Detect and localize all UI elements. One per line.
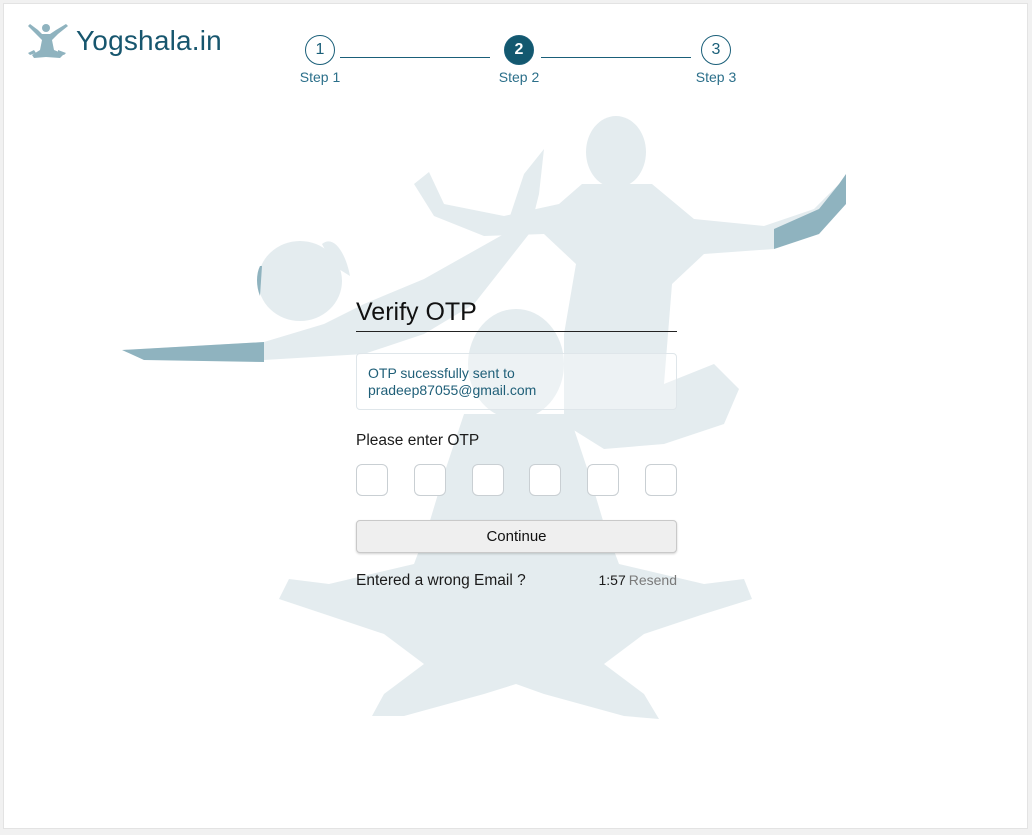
otp-label: Please enter OTP (356, 432, 480, 449)
step-2-indicator: 2 (504, 35, 534, 65)
page-frame: Yogshala.in 1 Step 1 2 Step 2 3 Step 3 V… (3, 3, 1028, 829)
brand-name: Yogshala.in (76, 25, 222, 56)
otp-digit-1[interactable] (356, 464, 388, 496)
resend-area: 1:57 Resend (598, 572, 677, 588)
otp-digit-3[interactable] (471, 464, 504, 496)
step-connector-2-3 (541, 57, 691, 58)
step-3-label: Step 3 (695, 69, 737, 85)
step-3: 3 Step 3 (686, 35, 746, 85)
resend-link[interactable]: Resend (629, 572, 677, 588)
step-connector-1-2 (340, 57, 490, 58)
progress-stepper: 1 Step 1 2 Step 2 3 Step 3 (294, 35, 754, 95)
verify-otp-form: Verify OTP OTP sucessfully sent to prade… (356, 298, 677, 590)
otp-input-group (356, 464, 677, 496)
step-3-indicator: 3 (701, 35, 731, 65)
otp-sent-notice: OTP sucessfully sent to pradeep87055@gma… (356, 353, 677, 410)
page-title: Verify OTP (356, 298, 677, 332)
wrong-email-link[interactable]: Entered a wrong Email ? (356, 572, 526, 590)
step-1-indicator: 1 (305, 35, 335, 65)
otp-digit-4[interactable] (529, 464, 562, 496)
otp-footer: Entered a wrong Email ? 1:57 Resend (356, 572, 677, 590)
otp-digit-2[interactable] (413, 464, 446, 496)
otp-digit-5[interactable] (587, 464, 620, 496)
resend-timer: 1:57 (598, 572, 626, 588)
meditating-figure-logo-icon (28, 24, 68, 58)
step-1: 1 Step 1 (290, 35, 350, 85)
otp-sent-email: pradeep87055@gmail.com (368, 382, 537, 398)
continue-button[interactable]: Continue (356, 520, 677, 553)
brand-logo[interactable]: Yogshala.in (26, 20, 222, 62)
step-1-label: Step 1 (299, 69, 341, 85)
otp-sent-message: OTP sucessfully sent to (368, 365, 515, 381)
step-2-label: Step 2 (498, 69, 540, 85)
otp-digit-6[interactable] (644, 464, 677, 496)
step-2: 2 Step 2 (489, 35, 549, 85)
